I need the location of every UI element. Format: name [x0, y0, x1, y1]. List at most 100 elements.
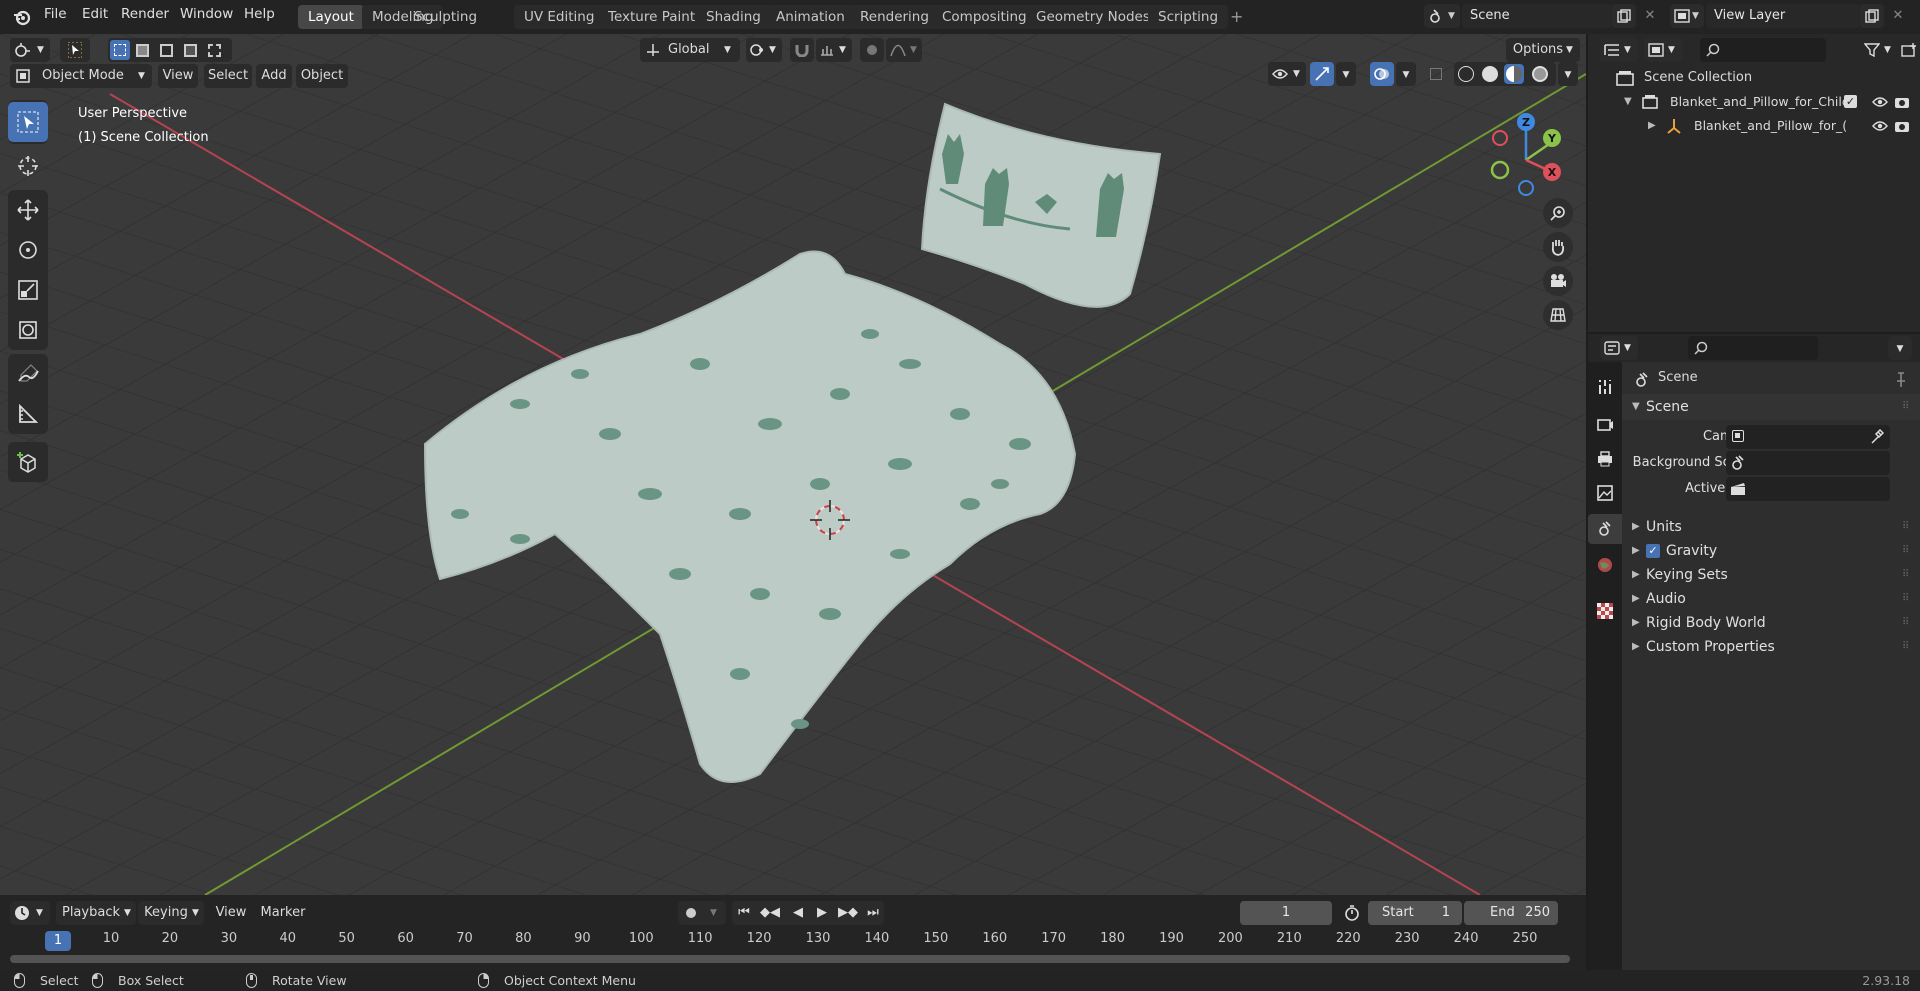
frame-ruler[interactable]: 10 20 30 40 50 60 70 80 90 100 110 120 130 140 150 160 1…: [0, 931, 1586, 953]
tab-scene[interactable]: [1588, 514, 1622, 544]
menu-window[interactable]: Window: [180, 6, 233, 22]
menu-keying[interactable]: Keying ▼: [138, 901, 204, 925]
tab-render[interactable]: [1592, 412, 1618, 438]
overlays-dropdown[interactable]: ▼: [1396, 62, 1416, 86]
camera-render-icon[interactable]: [1894, 95, 1910, 109]
drag-handle-icon[interactable]: ⠿: [1902, 634, 1909, 660]
delete-view-layer-button[interactable]: ✕: [1888, 4, 1908, 28]
select-intersect-icon[interactable]: [208, 44, 221, 57]
snap-target-dropdown[interactable]: ▼: [816, 38, 852, 62]
new-view-layer-button[interactable]: [1860, 4, 1884, 28]
outliner-row-object[interactable]: ▶ Blanket_and_Pillow_for_(: [1588, 114, 1920, 138]
scale-tool[interactable]: [8, 270, 48, 310]
move-tool[interactable]: [8, 190, 48, 230]
cursor-tool[interactable]: [8, 146, 48, 186]
select-box-tool[interactable]: [8, 102, 48, 142]
jump-end-icon[interactable]: ⏭: [862, 901, 884, 925]
units-panel-header[interactable]: ▶ Units ⠿: [1622, 514, 1920, 540]
menu-file[interactable]: File: [44, 6, 67, 22]
blender-logo-icon[interactable]: [12, 7, 32, 27]
snap-toggle[interactable]: [790, 38, 814, 62]
proportional-edit-toggle[interactable]: [860, 38, 884, 62]
auto-keying-toggle[interactable]: ▼: [678, 901, 726, 925]
drag-handle-icon[interactable]: ⠿: [1902, 562, 1909, 588]
mode-dropdown[interactable]: Object Mode ▼: [10, 64, 152, 88]
menu-help[interactable]: Help: [244, 6, 275, 22]
add-workspace-button[interactable]: +: [1220, 5, 1253, 29]
outliner-editor-type-button[interactable]: ▼: [1600, 38, 1638, 62]
editor-type-button[interactable]: ▼: [10, 38, 50, 62]
pan-button[interactable]: [1543, 232, 1573, 262]
current-frame-indicator[interactable]: 1: [45, 931, 71, 951]
pin-icon[interactable]: [1894, 372, 1908, 388]
menu-select[interactable]: Select: [204, 64, 252, 88]
add-cube-tool[interactable]: [8, 442, 48, 482]
drag-handle-icon[interactable]: ⠿: [1902, 538, 1909, 564]
camera-render-icon[interactable]: [1894, 119, 1910, 133]
expand-right-icon[interactable]: ▶: [1648, 114, 1656, 138]
exclude-checkbox[interactable]: ✓: [1844, 95, 1857, 108]
keying-sets-panel-header[interactable]: ▶ Keying Sets ⠿: [1622, 562, 1920, 588]
camera-view-button[interactable]: [1543, 266, 1573, 296]
expand-down-icon[interactable]: ▼: [1624, 90, 1632, 114]
neg-z-axis-icon[interactable]: [1518, 180, 1534, 196]
tab-animation[interactable]: Animation: [766, 5, 855, 29]
outliner-filter-dropdown[interactable]: ▼: [1860, 38, 1896, 62]
menu-add[interactable]: Add: [256, 64, 292, 88]
measure-tool[interactable]: [8, 394, 48, 434]
view-layer-selector-button[interactable]: ▼: [1670, 4, 1704, 28]
toggle-perspective-button[interactable]: [1543, 300, 1573, 330]
eyedropper-icon[interactable]: [1870, 429, 1884, 445]
gizmo-dropdown[interactable]: ▼: [1336, 62, 1356, 86]
visibility-dropdown[interactable]: ▼: [1268, 62, 1306, 86]
next-keyframe-icon[interactable]: ▶◆: [834, 901, 862, 925]
tab-compositing[interactable]: Compositing: [932, 5, 1037, 29]
prev-keyframe-icon[interactable]: ◆◀: [756, 901, 784, 925]
properties-editor-type-button[interactable]: ▼: [1600, 336, 1638, 360]
3d-viewport[interactable]: ▼ Global ▼ ▼ ▼ ▼ Options ▼ Object Mode ▼…: [0, 34, 1586, 895]
select-subtract-icon[interactable]: [160, 44, 173, 57]
timeline-editor-type-button[interactable]: ▼: [10, 901, 50, 925]
custom-properties-panel-header[interactable]: ▶ Custom Properties ⠿: [1622, 634, 1920, 660]
scene-panel-header[interactable]: ▼ Scene ⠿: [1622, 394, 1920, 420]
play-reverse-icon[interactable]: ◀: [786, 901, 810, 925]
scene-selector-button[interactable]: ▼: [1424, 4, 1460, 28]
tab-tool[interactable]: [1592, 374, 1618, 400]
rendered-shading-icon[interactable]: [1532, 66, 1548, 82]
pivot-point-dropdown[interactable]: ▼: [746, 38, 782, 62]
material-preview-shading-icon[interactable]: [1504, 64, 1524, 84]
preview-range-toggle[interactable]: [1340, 901, 1364, 925]
outliner-row-scene-collection[interactable]: Scene Collection: [1588, 66, 1920, 90]
rigid-body-world-panel-header[interactable]: ▶ Rigid Body World ⠿: [1622, 610, 1920, 636]
tab-shading[interactable]: Shading: [696, 5, 771, 29]
neg-y-axis-icon[interactable]: [1490, 160, 1510, 180]
select-extend-icon[interactable]: [136, 44, 149, 57]
tab-geometry-nodes[interactable]: Geometry Nodes: [1026, 5, 1160, 29]
menu-view[interactable]: View: [158, 64, 198, 88]
drag-handle-icon[interactable]: ⠿: [1902, 394, 1909, 420]
play-icon[interactable]: ▶: [810, 901, 834, 925]
outliner-row-collection[interactable]: ▼ Blanket_and_Pillow_for_Child ✓: [1588, 90, 1920, 114]
tab-output[interactable]: [1592, 446, 1618, 472]
background-scene-field[interactable]: [1726, 451, 1890, 475]
solid-shading-icon[interactable]: [1482, 66, 1498, 82]
menu-playback[interactable]: Playback ▼: [56, 901, 136, 925]
new-collection-button[interactable]: [1898, 38, 1920, 62]
proportional-falloff-dropdown[interactable]: ▼: [886, 38, 922, 62]
select-new-icon[interactable]: [110, 40, 130, 60]
menu-edit[interactable]: Edit: [82, 6, 108, 22]
scene-name-field[interactable]: Scene: [1462, 4, 1612, 28]
current-frame-field[interactable]: 1: [1240, 901, 1332, 925]
properties-options-dropdown[interactable]: ▼: [1888, 336, 1912, 360]
menu-object[interactable]: Object: [296, 64, 348, 88]
camera-field[interactable]: [1726, 425, 1890, 449]
display-mode-dropdown[interactable]: ▼: [1644, 38, 1682, 62]
tab-uv-editing[interactable]: UV Editing: [514, 5, 605, 29]
tab-texture-paint[interactable]: Texture Paint: [598, 5, 706, 29]
jump-start-icon[interactable]: ⏮: [732, 901, 756, 925]
start-frame-field[interactable]: Start 1: [1368, 901, 1462, 925]
delete-scene-button[interactable]: ✕: [1640, 4, 1660, 28]
navigation-gizmo[interactable]: Z Y X: [1480, 108, 1580, 208]
transform-tool[interactable]: [8, 310, 48, 350]
end-frame-field[interactable]: End 250: [1464, 901, 1558, 925]
